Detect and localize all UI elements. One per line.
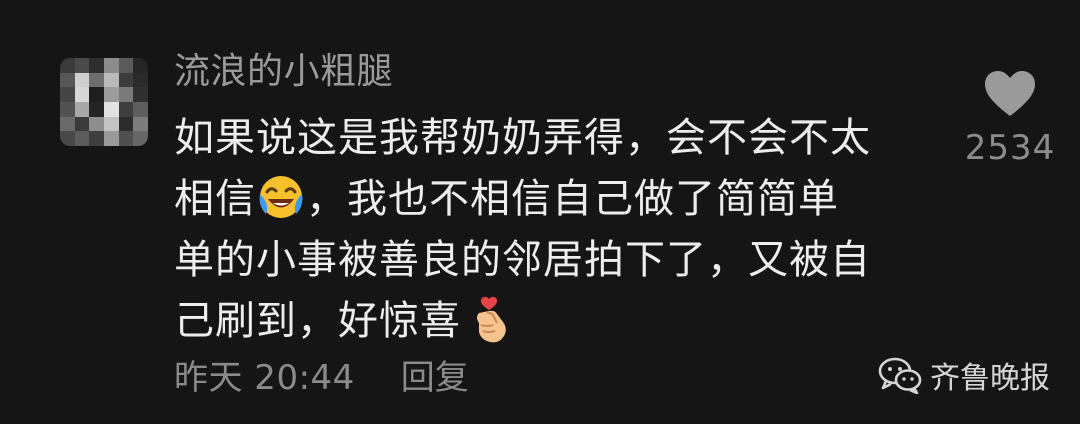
avatar-mosaic-tile <box>74 58 90 73</box>
avatar-mosaic-tile <box>89 102 104 117</box>
avatar-mosaic-tile <box>60 87 75 102</box>
avatar-mosaic-tile <box>133 72 148 88</box>
avatar-mosaic-tile <box>60 72 75 88</box>
comment-line-1: 如果说这是我帮奶奶弄得，会不会不太 <box>174 108 934 169</box>
avatar-mosaic-tile <box>60 131 75 146</box>
avatar-mosaic-tile <box>118 116 134 132</box>
avatar-mosaic-tile <box>104 87 119 102</box>
like-button[interactable]: 2534 <box>950 64 1070 174</box>
avatar-mosaic-tile <box>104 102 119 117</box>
laughing-crying-emoji <box>259 176 303 218</box>
avatar-mosaic-tile <box>74 131 90 146</box>
timestamp: 昨天 20:44 <box>174 357 355 398</box>
avatar-mosaic-tile <box>104 72 119 88</box>
heart-icon[interactable] <box>983 70 1037 118</box>
avatar-mosaic-tile <box>89 58 104 73</box>
comment-line-text-continued: ，我也不相信自己做了简简单 <box>306 176 839 222</box>
wechat-icon <box>878 357 922 394</box>
avatar-mosaic-tile <box>133 58 148 73</box>
avatar-mosaic-tile <box>118 87 134 102</box>
username[interactable]: 流浪的小粗腿 <box>174 50 393 94</box>
avatar-mosaic-tile <box>74 87 90 102</box>
avatar-mosaic-tile <box>118 72 134 88</box>
reply-button[interactable]: 回复 <box>401 350 469 399</box>
comment-footer: 昨天 20:44 回复 <box>174 350 469 399</box>
avatar-mosaic-tile <box>133 87 148 102</box>
avatar[interactable] <box>60 58 148 146</box>
avatar-mosaic-tile <box>104 58 119 73</box>
comment-line-text: 如果说这是我帮奶奶弄得，会不会不太 <box>174 115 871 161</box>
avatar-mosaic-tile <box>60 58 75 73</box>
avatar-mosaic-tile <box>118 58 134 73</box>
avatar-mosaic-tile <box>89 131 104 146</box>
avatar-mosaic-tile <box>74 102 90 117</box>
avatar-mosaic-tile <box>133 116 148 132</box>
comment-line-3: 单的小事被善良的邻居拍下了，又被自 <box>174 230 934 291</box>
like-count: 2534 <box>964 128 1056 168</box>
comment-line-text: 相信 <box>174 176 256 222</box>
avatar-mosaic-tile <box>133 131 148 146</box>
comment-text: 如果说这是我帮奶奶弄得，会不会不太 相信 ，我也不相信自己做了简简单 单的小事被… <box>174 108 934 352</box>
avatar-mosaic-tile <box>74 72 90 88</box>
avatar-mosaic-tile <box>60 102 75 117</box>
avatar-mosaic-tile <box>118 131 134 146</box>
comment-line-2: 相信 ，我也不相信自己做了简简单 <box>174 169 934 230</box>
comment-line-text: 单的小事被善良的邻居拍下了，又被自 <box>174 237 871 283</box>
avatar-mosaic-tile <box>60 116 75 132</box>
avatar-mosaic-tile <box>89 72 104 88</box>
comment-line-text: 己刷到，好惊喜 <box>174 298 461 344</box>
avatar-mosaic-tile <box>133 102 148 117</box>
avatar-mosaic-tile <box>118 102 134 117</box>
finger-heart-emoji <box>477 296 506 343</box>
comment-line-4: 己刷到，好惊喜 <box>174 291 934 352</box>
avatar-mosaic-tile <box>74 116 90 132</box>
watermark-text: 齐鲁晚报 <box>930 361 1050 396</box>
avatar-mosaic-tile <box>104 116 119 132</box>
avatar-mosaic-tile <box>104 131 119 146</box>
avatar-mosaic-tile <box>89 87 104 102</box>
avatar-mosaic-tile <box>89 116 104 132</box>
watermark: 齐鲁晚报 <box>878 353 1050 397</box>
